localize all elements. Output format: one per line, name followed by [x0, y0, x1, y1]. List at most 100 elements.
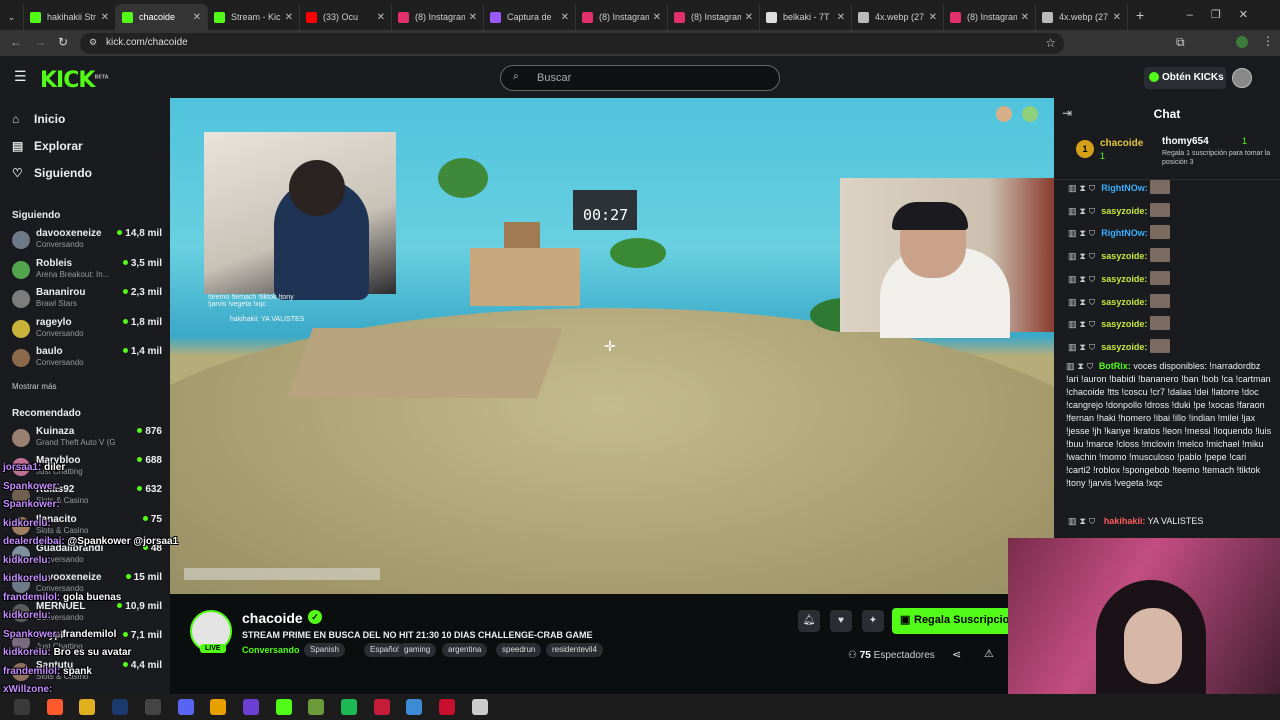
mod-tools-icon[interactable]: ▥⧗⛉	[1068, 297, 1098, 307]
browser-tab[interactable]: (8) Instagram ✕	[576, 4, 668, 30]
browser-tab[interactable]: (8) Instagram ✕	[392, 4, 484, 30]
close-tab-icon[interactable]: ✕	[285, 12, 293, 23]
taskbar-app-icon[interactable]	[177, 699, 194, 715]
taskbar-app-icon[interactable]	[341, 699, 357, 715]
taskbar-app-icon[interactable]	[112, 699, 129, 715]
window-controls[interactable]: –❐✕	[1187, 8, 1266, 21]
get-kicks-button[interactable]: Obtén KICKs	[1144, 67, 1226, 89]
chat-username[interactable]: RightNOw:	[1101, 183, 1148, 193]
stream-category[interactable]: Conversando	[242, 645, 300, 655]
show-more-link[interactable]: Mostrar más	[12, 382, 56, 391]
report-warning-icon[interactable]: ⚠	[984, 647, 994, 660]
taskbar-app-icon[interactable]	[14, 699, 30, 715]
close-tab-icon[interactable]: ✕	[837, 12, 845, 23]
taskbar-app-icon[interactable]	[46, 699, 63, 715]
sidebar-channel[interactable]: rageylo Conversando 1,8 mil	[12, 317, 162, 345]
browser-tab[interactable]: chacoide ✕	[116, 4, 208, 30]
browser-tab[interactable]: Captura de ✕	[484, 4, 576, 30]
taskbar-app-icon[interactable]	[373, 699, 390, 715]
taskbar-app-icon[interactable]	[406, 699, 423, 715]
channel-name[interactable]: chacoide	[242, 610, 303, 626]
close-tab-icon[interactable]: ✕	[377, 12, 385, 23]
mod-tools-icon[interactable]: ▥⧗⛉	[1068, 228, 1098, 238]
taskbar-app-icon[interactable]	[144, 699, 161, 715]
bookmark-star-icon[interactable]: ☆	[1045, 36, 1056, 50]
close-tab-icon[interactable]: ✕	[745, 12, 753, 23]
chat-username[interactable]: sasyzoide:	[1101, 274, 1147, 284]
close-tab-icon[interactable]: ✕	[1113, 12, 1121, 23]
chat-username[interactable]: RightNOw:	[1101, 228, 1148, 238]
mod-tools-icon[interactable]: ▥⧗⛉	[1068, 516, 1098, 526]
hamburger-menu-icon[interactable]: ☰	[14, 68, 27, 85]
forward-icon[interactable]: →	[34, 35, 46, 49]
extensions-icon[interactable]: ⧉	[1176, 35, 1185, 50]
nav-siguiendo[interactable]: ♡ Siguiendo	[12, 166, 92, 180]
close-tab-icon[interactable]: ✕	[469, 12, 477, 23]
sidebar-channel[interactable]: davooxeneize Conversando 14,8 mil	[12, 228, 162, 256]
chat-username[interactable]: sasyzoide:	[1101, 342, 1147, 352]
back-icon[interactable]: ←	[10, 35, 22, 49]
menu-kebab-icon[interactable]: ⋮	[1262, 34, 1274, 48]
taskbar-app-icon[interactable]	[471, 699, 488, 715]
video-progress-bar[interactable]	[184, 568, 380, 580]
close-tab-icon[interactable]: ✕	[929, 12, 937, 23]
browser-tab[interactable]: (8) Instagram ✕	[668, 4, 760, 30]
browser-tab[interactable]: hakihakii Str ✕	[24, 4, 116, 30]
close-tab-icon[interactable]: ✕	[101, 12, 109, 23]
sidebar-channel[interactable]: baulo Conversando 1,4 mil	[12, 346, 162, 374]
stream-tag[interactable]: argentina	[442, 643, 488, 657]
site-info-icon[interactable]: ⚙	[89, 37, 97, 48]
follow-heart-button[interactable]: ♥	[830, 610, 852, 632]
mod-tools-icon[interactable]: ▥⧗⛉	[1066, 361, 1096, 371]
mod-tools-icon[interactable]: ▥⧗⛉	[1068, 206, 1098, 216]
sidebar-channel[interactable]: Bananirou Brawl Stars 2,3 mil	[12, 287, 162, 315]
user-avatar[interactable]	[1232, 68, 1252, 88]
browser-tab[interactable]: (33) Ocu ✕	[300, 4, 392, 30]
mod-tools-icon[interactable]: ▥⧗⛉	[1068, 274, 1098, 284]
top-gifter-name[interactable]: chacoide	[1100, 138, 1143, 149]
taskbar-app-icon[interactable]	[308, 699, 325, 715]
second-gifter-name[interactable]: thomy654	[1162, 136, 1209, 147]
close-tab-icon[interactable]: ✕	[561, 12, 569, 23]
mod-tools-icon[interactable]: ▥⧗⛉	[1068, 342, 1098, 352]
stream-tag[interactable]: Spanish	[304, 643, 345, 657]
notification-bell-button[interactable]: 🔔︎	[798, 610, 820, 632]
browser-tab[interactable]: Stream - Kic ✕	[208, 4, 300, 30]
mod-tools-icon[interactable]: ▥⧗⛉	[1068, 183, 1098, 193]
sidebar-channel[interactable]: Robleis Arena Breakout: In... 3,5 mil	[12, 258, 162, 286]
chat-username[interactable]: sasyzoide:	[1101, 297, 1147, 307]
close-tab-icon[interactable]: ✕	[193, 12, 201, 23]
mod-tools-icon[interactable]: ▥⧗⛉	[1068, 251, 1098, 261]
taskbar-app-icon[interactable]	[242, 699, 259, 715]
stream-tag[interactable]: gaming	[398, 643, 437, 657]
nav-explorar[interactable]: ▤ Explorar	[12, 139, 83, 153]
taskbar-app-icon[interactable]	[439, 699, 456, 715]
share-icon[interactable]: ⋖	[952, 648, 961, 661]
tab-list-button[interactable]: ⌄	[0, 4, 24, 30]
taskbar-app-icon[interactable]	[79, 699, 96, 715]
browser-tab[interactable]: 4x.webp (27 ✕	[1036, 4, 1128, 30]
chat-username[interactable]: hakihakii:	[1104, 516, 1146, 526]
taskbar-app-icon[interactable]	[275, 699, 292, 715]
stream-tag[interactable]: residentevil4	[546, 643, 603, 657]
browser-tab[interactable]: 4x.webp (27 ✕	[852, 4, 944, 30]
chat-username[interactable]: sasyzoide:	[1101, 251, 1147, 261]
close-tab-icon[interactable]: ✕	[1021, 12, 1029, 23]
sidebar-channel[interactable]: Kuinaza Grand Theft Auto V (G... 876	[12, 426, 162, 454]
reload-icon[interactable]: ↻	[58, 35, 68, 49]
url-input[interactable]: ⚙ kick.com/chacoide ☆	[80, 33, 1064, 54]
kick-logo[interactable]: KICKBETA	[40, 68, 109, 93]
search-input[interactable]: ⌕ Buscar	[500, 65, 780, 91]
profile-icon[interactable]	[1236, 36, 1248, 48]
taskbar-app-icon[interactable]	[210, 699, 227, 715]
nav-inicio[interactable]: ⌂ Inicio	[12, 112, 65, 126]
chat-username[interactable]: sasyzoide:	[1101, 206, 1147, 216]
mod-tools-icon[interactable]: ▥⧗⛉	[1068, 319, 1098, 329]
browser-tab[interactable]: belkaki - 7T ✕	[760, 4, 852, 30]
stream-tag[interactable]: speedrun	[496, 643, 542, 657]
chat-username[interactable]: sasyzoide:	[1101, 319, 1147, 329]
browser-tab[interactable]: (8) Instagram ✕	[944, 4, 1036, 30]
chat-username[interactable]: BotRix:	[1099, 361, 1131, 371]
close-tab-icon[interactable]: ✕	[653, 12, 661, 23]
new-tab-icon[interactable]: +	[1136, 7, 1144, 23]
